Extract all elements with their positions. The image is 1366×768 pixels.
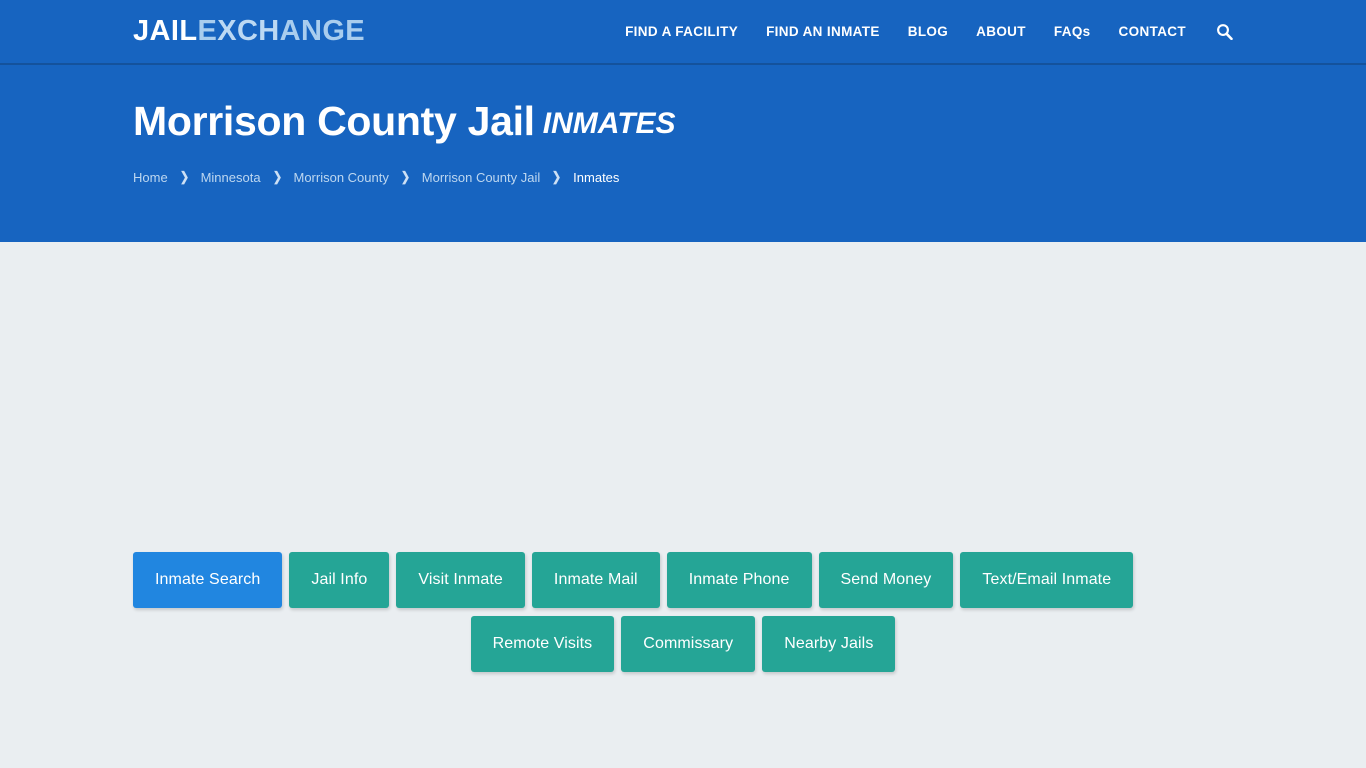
page-title-suffix: INMATES: [542, 107, 676, 140]
header-container: JAILEXCHANGE FIND A FACILITY FIND AN INM…: [133, 0, 1233, 63]
hero-container: Morrison County Jail INMATES Home ❯ Minne…: [133, 65, 1233, 185]
breadcrumb-chevron-icon: ❯: [552, 169, 562, 185]
nav-item-faqs[interactable]: FAQs: [1040, 0, 1105, 64]
tab-text-email-inmate[interactable]: Text/Email Inmate: [960, 552, 1134, 608]
facility-tab-row-1: Inmate Search Jail Info Visit Inmate Inm…: [133, 552, 1233, 608]
main-container: Inmate Search Jail Info Visit Inmate Inm…: [133, 242, 1233, 768]
page-title-main: Morrison County Jail: [133, 98, 535, 144]
breadcrumb-item-morrison-county[interactable]: Morrison County: [293, 170, 388, 185]
tab-commissary[interactable]: Commissary: [621, 616, 756, 672]
primary-navigation: FIND A FACILITY FIND AN INMATE BLOG ABOU…: [611, 0, 1233, 64]
breadcrumb-item-minnesota[interactable]: Minnesota: [201, 170, 261, 185]
page-title: Morrison County Jail INMATES: [133, 98, 1233, 144]
logo-text-e: E: [197, 15, 218, 47]
nav-item-contact[interactable]: CONTACT: [1105, 0, 1200, 64]
tab-jail-info[interactable]: Jail Info: [289, 552, 390, 608]
search-icon[interactable]: [1200, 23, 1233, 40]
main-content: Inmate Search Jail Info Visit Inmate Inm…: [0, 242, 1366, 768]
nav-item-find-an-inmate[interactable]: FIND AN INMATE: [752, 0, 894, 64]
nav-item-about[interactable]: ABOUT: [962, 0, 1040, 64]
logo-text-xch: XCH: [217, 15, 280, 47]
tab-nearby-jails[interactable]: Nearby Jails: [762, 616, 896, 672]
facility-tab-row-2: Remote Visits Commissary Nearby Jails: [133, 616, 1233, 672]
breadcrumb-chevron-icon: ❯: [400, 169, 410, 185]
page-hero: Morrison County Jail INMATES Home ❯ Minne…: [0, 65, 1366, 242]
tab-inmate-mail[interactable]: Inmate Mail: [531, 552, 660, 608]
site-header: JAILEXCHANGE FIND A FACILITY FIND AN INM…: [0, 0, 1366, 65]
tab-remote-visits[interactable]: Remote Visits: [470, 616, 615, 672]
tab-visit-inmate[interactable]: Visit Inmate: [396, 552, 525, 608]
site-logo[interactable]: JAILEXCHANGE: [133, 17, 365, 46]
breadcrumb-item-morrison-county-jail[interactable]: Morrison County Jail: [422, 170, 541, 185]
tab-inmate-search[interactable]: Inmate Search: [133, 552, 283, 608]
tab-inmate-phone[interactable]: Inmate Phone: [666, 552, 812, 608]
nav-item-blog[interactable]: BLOG: [894, 0, 962, 64]
breadcrumb-item-current: Inmates: [573, 169, 620, 185]
nav-item-find-a-facility[interactable]: FIND A FACILITY: [611, 0, 752, 64]
logo-text-jail: JAIL: [133, 15, 198, 47]
tab-send-money[interactable]: Send Money: [818, 552, 954, 608]
breadcrumb-item-home[interactable]: Home: [133, 170, 168, 185]
facility-tab-buttons: Inmate Search Jail Info Visit Inmate Inm…: [133, 552, 1233, 680]
breadcrumb-chevron-icon: ❯: [179, 169, 189, 185]
logo-text-ange: ANGE: [279, 15, 366, 47]
breadcrumb: Home ❯ Minnesota ❯ Morrison County ❯ Mor…: [133, 169, 1233, 185]
breadcrumb-chevron-icon: ❯: [272, 169, 282, 185]
